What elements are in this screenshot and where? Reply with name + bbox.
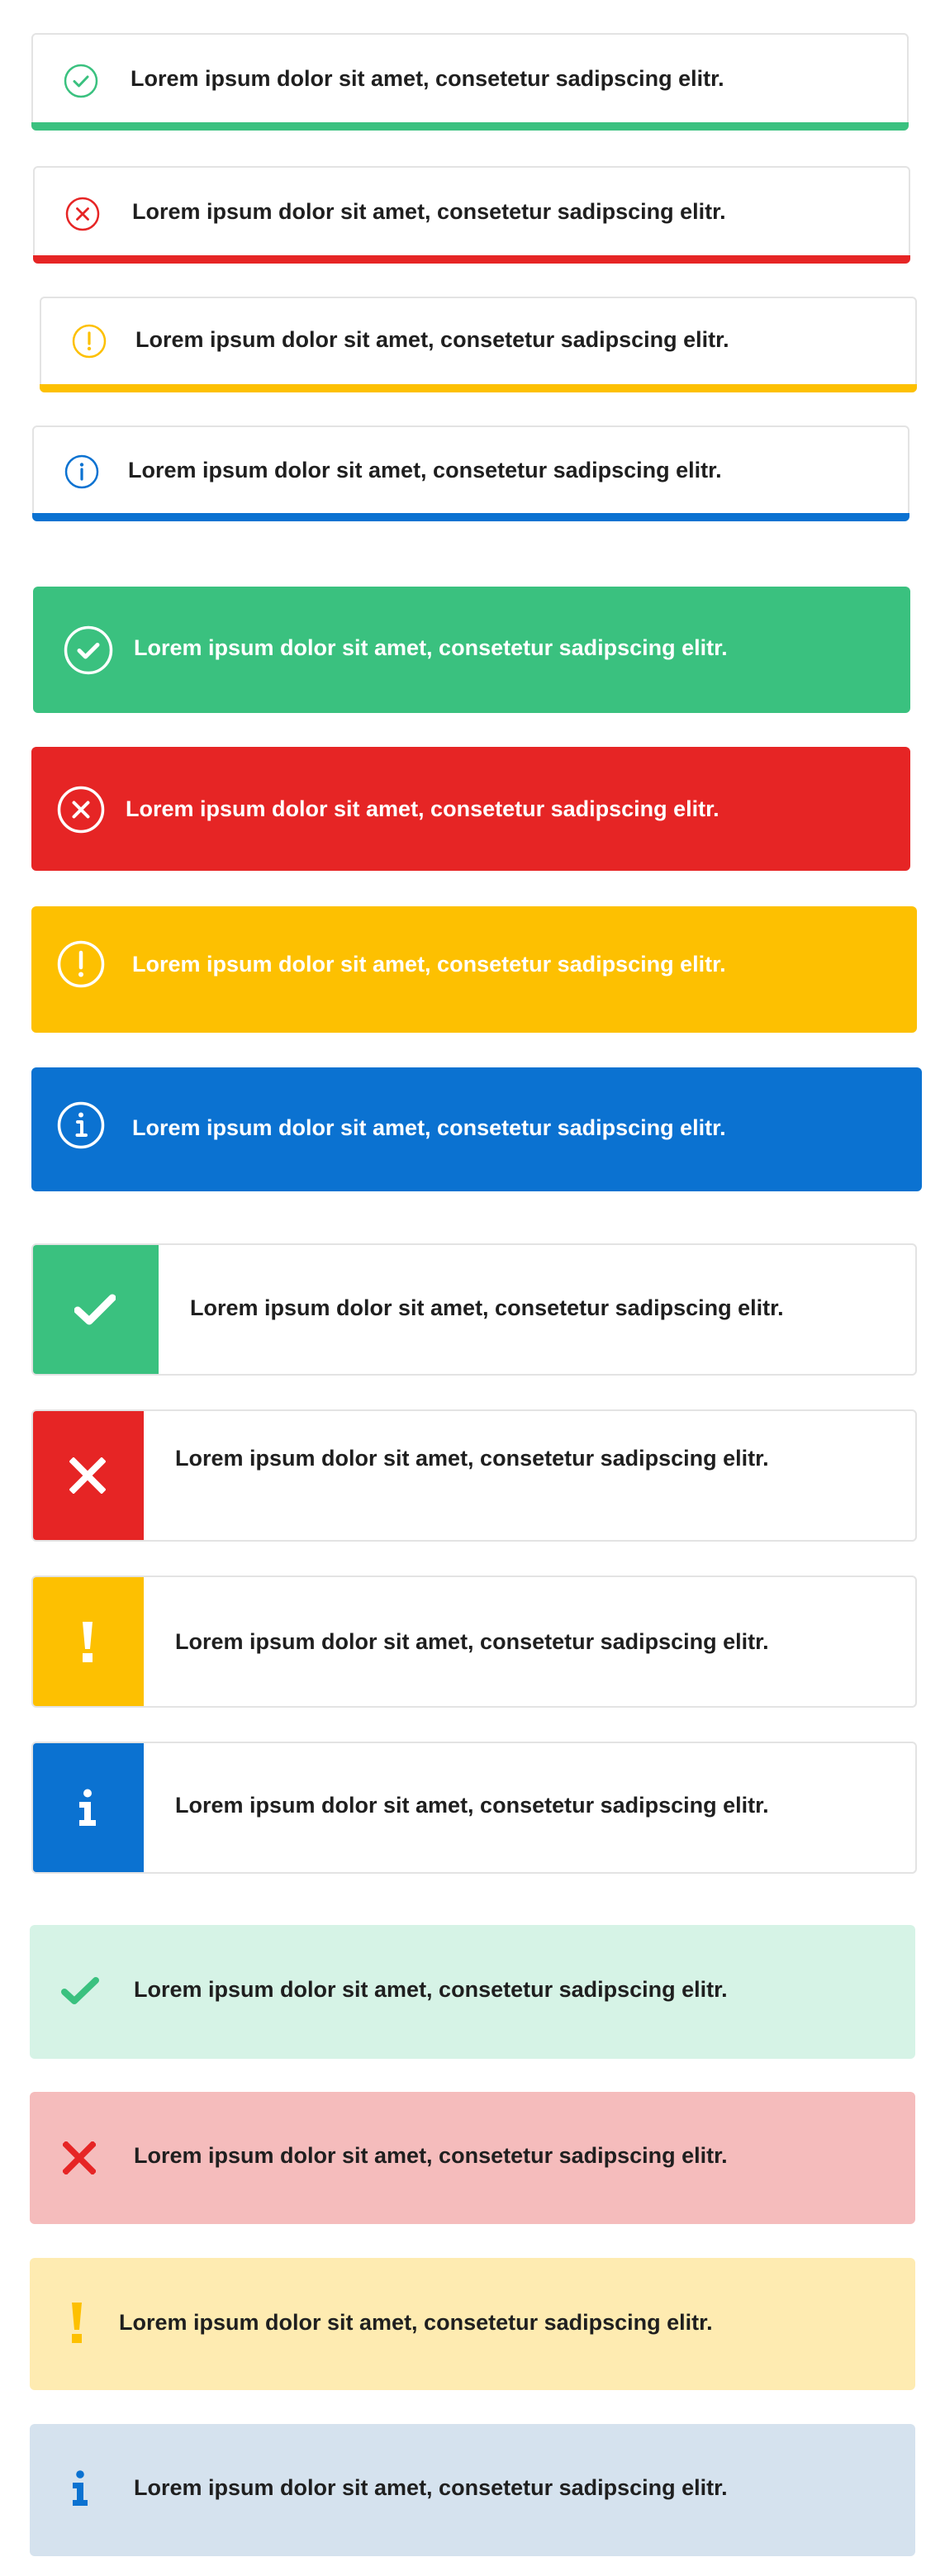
alert-message: Lorem ipsum dolor sit amet, consetetur s…	[135, 327, 729, 352]
x-icon	[69, 1457, 106, 1494]
alert-message: Lorem ipsum dolor sit amet, consetetur s…	[134, 1977, 728, 2002]
alert-message: Lorem ipsum dolor sit amet, consetetur s…	[119, 2310, 713, 2335]
alert-outlined-success: Lorem ipsum dolor sit amet, consetetur s…	[31, 33, 909, 131]
alert-message: Lorem ipsum dolor sit amet, consetetur s…	[175, 1629, 769, 1654]
alert-pale-info: Lorem ipsum dolor sit amet, consetetur s…	[30, 2424, 915, 2556]
alert-solid-warning: Lorem ipsum dolor sit amet, consetetur s…	[31, 906, 917, 1033]
alert-message: Lorem ipsum dolor sit amet, consetetur s…	[132, 199, 726, 224]
alert-message: Lorem ipsum dolor sit amet, consetetur s…	[131, 66, 724, 91]
x-icon	[63, 2141, 96, 2174]
accent-bar	[33, 255, 910, 264]
alert-message: Lorem ipsum dolor sit amet, consetetur s…	[134, 2475, 728, 2500]
accent-bar	[32, 513, 909, 521]
alert-outlined-error: Lorem ipsum dolor sit amet, consetetur s…	[33, 166, 910, 264]
alert-block-warning: Lorem ipsum dolor sit amet, consetetur s…	[31, 1576, 917, 1708]
exclamation-circle-icon	[56, 939, 106, 989]
x-circle-icon	[64, 196, 101, 232]
alert-message: Lorem ipsum dolor sit amet, consetetur s…	[134, 635, 728, 660]
alert-message: Lorem ipsum dolor sit amet, consetetur s…	[128, 458, 722, 482]
alert-outlined-info: Lorem ipsum dolor sit amet, consetetur s…	[32, 425, 909, 521]
icon-block	[33, 1577, 144, 1706]
icon-block	[33, 1245, 159, 1374]
info-circle-icon	[64, 454, 100, 490]
alert-block-error: Lorem ipsum dolor sit amet, consetetur s…	[31, 1409, 917, 1542]
alert-message: Lorem ipsum dolor sit amet, consetetur s…	[190, 1295, 784, 1320]
check-icon	[74, 1294, 116, 1325]
alert-solid-success: Lorem ipsum dolor sit amet, consetetur s…	[33, 587, 910, 713]
alert-solid-error: Lorem ipsum dolor sit amet, consetetur s…	[31, 747, 910, 871]
x-circle-icon	[56, 785, 106, 834]
alert-pale-error: Lorem ipsum dolor sit amet, consetetur s…	[30, 2092, 915, 2224]
alert-block-info: Lorem ipsum dolor sit amet, consetetur s…	[31, 1742, 917, 1874]
alert-block-success: Lorem ipsum dolor sit amet, consetetur s…	[31, 1243, 917, 1376]
exclamation-circle-icon	[71, 323, 107, 359]
alert-message: Lorem ipsum dolor sit amet, consetetur s…	[132, 952, 726, 977]
check-icon	[61, 1976, 99, 2006]
icon-block	[33, 1411, 144, 1540]
alert-message: Lorem ipsum dolor sit amet, consetetur s…	[175, 1793, 769, 1818]
check-circle-icon	[63, 625, 114, 676]
check-circle-icon	[63, 63, 99, 99]
alert-message: Lorem ipsum dolor sit amet, consetetur s…	[175, 1446, 769, 1471]
icon-block	[33, 1743, 144, 1872]
alert-message: Lorem ipsum dolor sit amet, consetetur s…	[132, 1115, 726, 1140]
alert-pale-warning: Lorem ipsum dolor sit amet, consetetur s…	[30, 2258, 915, 2390]
info-circle-icon	[56, 1100, 106, 1150]
alert-pale-success: Lorem ipsum dolor sit amet, consetetur s…	[30, 1925, 915, 2059]
alert-message: Lorem ipsum dolor sit amet, consetetur s…	[134, 2143, 728, 2168]
alert-message: Lorem ipsum dolor sit amet, consetetur s…	[126, 796, 719, 821]
exclamation-icon	[83, 1622, 93, 1662]
accent-bar	[40, 384, 917, 392]
info-icon	[71, 2470, 89, 2507]
info-icon	[79, 1789, 96, 1826]
alert-outlined-warning: Lorem ipsum dolor sit amet, consetetur s…	[40, 297, 917, 392]
accent-bar	[31, 122, 909, 131]
alert-solid-info: Lorem ipsum dolor sit amet, consetetur s…	[31, 1067, 922, 1191]
exclamation-icon	[69, 2301, 84, 2344]
